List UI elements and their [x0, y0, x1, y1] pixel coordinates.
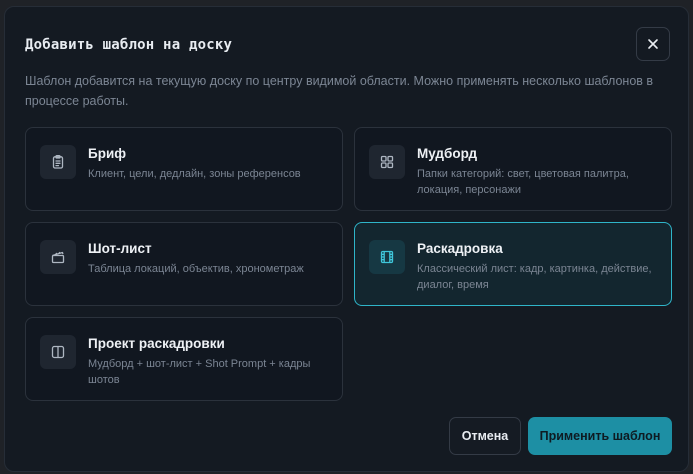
- template-card-storyboard-project[interactable]: Проект раскадровки Мудборд + шот-лист + …: [25, 317, 343, 401]
- cancel-button[interactable]: Отмена: [449, 417, 521, 455]
- film-icon: [369, 240, 405, 274]
- add-template-dialog: Добавить шаблон на доску Шаблон добавитс…: [4, 6, 689, 472]
- template-card-storyboard[interactable]: Раскадровка Классический лист: кадр, кар…: [354, 222, 672, 306]
- clapperboard-icon: [40, 240, 76, 274]
- template-card-title: Шот-лист: [88, 241, 152, 256]
- clipboard-icon: [40, 145, 76, 179]
- template-card-title: Проект раскадровки: [88, 336, 225, 351]
- template-card-title: Бриф: [88, 146, 127, 161]
- template-card-subtitle: Таблица локаций, объектив, хронометраж: [88, 263, 304, 275]
- template-card-subtitle: Клиент, цели, дедлайн, зоны референсов: [88, 168, 301, 180]
- apply-template-button[interactable]: Применить шаблон: [528, 417, 672, 455]
- template-card-brief[interactable]: Бриф Клиент, цели, дедлайн, зоны референ…: [25, 127, 343, 211]
- template-card-subtitle: Папки категорий: свет, цветовая палитра,…: [417, 168, 629, 196]
- dialog-description: Шаблон добавится на текущую доску по цен…: [25, 74, 654, 108]
- columns-icon: [40, 335, 76, 369]
- template-card-shot-list[interactable]: Шот-лист Таблица локаций, объектив, хрон…: [25, 222, 343, 306]
- close-icon: [648, 39, 658, 49]
- template-card-subtitle: Мудборд + шот-лист + Shot Prompt + кадры…: [88, 358, 311, 386]
- template-card-moodboard[interactable]: Мудборд Папки категорий: свет, цветовая …: [354, 127, 672, 211]
- template-card-subtitle: Классический лист: кадр, картинка, дейст…: [417, 263, 652, 291]
- dialog-title: Добавить шаблон на доску: [25, 37, 233, 53]
- close-button[interactable]: [636, 27, 670, 61]
- template-card-title: Мудборд: [417, 146, 478, 161]
- grid-icon: [369, 145, 405, 179]
- template-card-title: Раскадровка: [417, 241, 503, 256]
